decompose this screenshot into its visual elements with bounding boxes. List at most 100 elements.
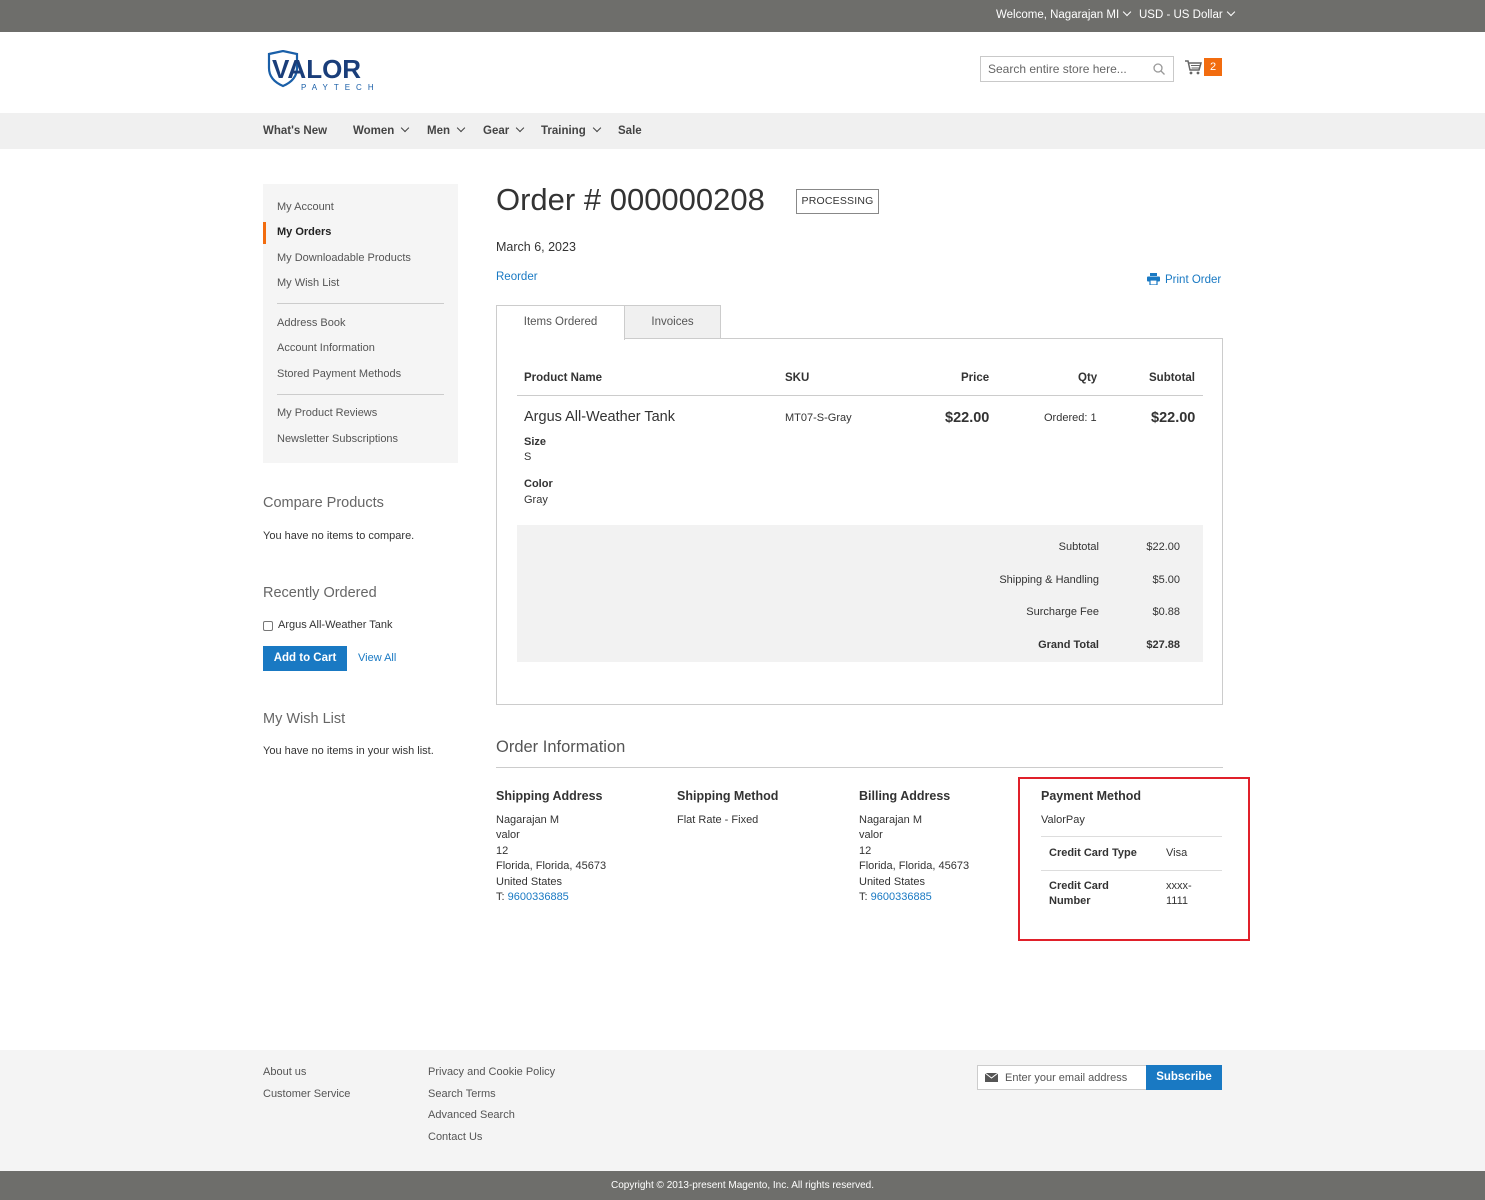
product-qty: Ordered: 1 bbox=[1044, 412, 1097, 424]
chevron-down-icon bbox=[1122, 7, 1132, 17]
billing-phone-link[interactable]: 9600336885 bbox=[871, 891, 932, 903]
compare-products-title: Compare Products bbox=[263, 495, 384, 511]
card-number-value: xxxx- bbox=[1166, 880, 1192, 892]
shipping-phone: T: 9600336885 bbox=[496, 891, 569, 903]
recently-ordered-item[interactable]: Argus All-Weather Tank bbox=[278, 619, 393, 631]
chevron-down-icon bbox=[401, 123, 410, 133]
newsletter-email-input[interactable] bbox=[1005, 1066, 1145, 1089]
search-input[interactable] bbox=[981, 57, 1141, 81]
card-type-value: Visa bbox=[1166, 847, 1188, 859]
payment-divider bbox=[1041, 870, 1222, 871]
main-navigation: What's New Women Men Gear Training Sale bbox=[0, 113, 1485, 149]
items-ordered-panel: Product Name SKU Price Qty Subtotal Argu… bbox=[496, 338, 1223, 705]
billing-address-line: valor bbox=[859, 829, 883, 841]
column-header-subtotal: Subtotal bbox=[1149, 372, 1195, 384]
billing-address-line: Nagarajan M bbox=[859, 814, 922, 826]
sidebar-item-product-reviews[interactable]: My Product Reviews bbox=[277, 407, 377, 419]
footer-link-advanced-search[interactable]: Advanced Search bbox=[428, 1109, 515, 1121]
view-all-link[interactable]: View All bbox=[358, 652, 396, 664]
product-subtotal: $22.00 bbox=[1151, 410, 1196, 426]
recently-ordered-checkbox[interactable] bbox=[263, 621, 273, 631]
table-header-divider bbox=[517, 395, 1203, 396]
nav-item-whats-new[interactable]: What's New bbox=[263, 125, 327, 137]
product-name: Argus All-Weather Tank bbox=[524, 409, 675, 425]
subscribe-button[interactable]: Subscribe bbox=[1146, 1065, 1222, 1090]
payment-divider bbox=[1041, 836, 1222, 837]
sidebar-item-address-book[interactable]: Address Book bbox=[277, 317, 345, 329]
billing-phone: T: 9600336885 bbox=[859, 891, 932, 903]
totals-label-shipping: Shipping & Handling bbox=[999, 574, 1099, 586]
welcome-text: Welcome, Nagarajan MI bbox=[996, 9, 1120, 21]
sidebar-item-stored-payment-methods[interactable]: Stored Payment Methods bbox=[277, 368, 401, 380]
sidebar-item-wish-list[interactable]: My Wish List bbox=[277, 277, 339, 289]
column-header-product-name: Product Name bbox=[524, 372, 602, 384]
logo-text: VALOR bbox=[272, 54, 361, 84]
shipping-method-title: Shipping Method bbox=[677, 789, 779, 803]
top-bar: Welcome, Nagarajan MI USD - US Dollar bbox=[0, 0, 1485, 32]
sidebar-divider bbox=[277, 303, 444, 304]
option-label-size: Size bbox=[524, 436, 547, 448]
nav-item-women[interactable]: Women bbox=[353, 123, 410, 137]
shipping-phone-link[interactable]: 9600336885 bbox=[508, 891, 569, 903]
billing-address-line: United States bbox=[859, 876, 926, 888]
wishlist-title: My Wish List bbox=[263, 711, 346, 727]
logo-subtext: PAYTECH bbox=[301, 83, 380, 92]
search-box bbox=[980, 56, 1174, 82]
tab-invoices[interactable]: Invoices bbox=[624, 305, 721, 339]
print-order-label: Print Order bbox=[1165, 274, 1222, 286]
shipping-address-line: 12 bbox=[496, 845, 509, 857]
add-to-cart-button[interactable]: Add to Cart bbox=[263, 646, 347, 671]
sidebar-item-newsletter-subscriptions[interactable]: Newsletter Subscriptions bbox=[277, 433, 398, 445]
sidebar-item-account-information[interactable]: Account Information bbox=[277, 342, 375, 354]
copyright: Copyright © 2013-present Magento, Inc. A… bbox=[0, 1171, 1485, 1200]
recently-ordered-title: Recently Ordered bbox=[263, 585, 377, 601]
sidebar-divider bbox=[277, 394, 444, 395]
printer-icon bbox=[1147, 273, 1160, 286]
welcome-menu[interactable]: Welcome, Nagarajan MI bbox=[996, 7, 1132, 21]
footer-link-customer-service[interactable]: Customer Service bbox=[263, 1088, 350, 1100]
column-header-sku: SKU bbox=[785, 372, 810, 384]
order-date: March 6, 2023 bbox=[496, 240, 576, 254]
currency-text: USD - US Dollar bbox=[1139, 9, 1223, 21]
cart-icon[interactable] bbox=[1184, 59, 1202, 75]
chevron-down-icon bbox=[456, 123, 466, 133]
sidebar-item-downloadable-products[interactable]: My Downloadable Products bbox=[277, 252, 411, 264]
active-indicator bbox=[263, 222, 266, 244]
option-value-size: S bbox=[524, 451, 532, 463]
chevron-down-icon bbox=[592, 123, 601, 133]
shipping-address-line: Florida, Florida, 45673 bbox=[496, 860, 607, 872]
account-sidebar: My Account My Orders My Downloadable Pro… bbox=[263, 184, 458, 463]
footer-link-about-us[interactable]: About us bbox=[263, 1066, 306, 1078]
footer: About us Customer Service Privacy and Co… bbox=[0, 1050, 1485, 1171]
currency-switcher[interactable]: USD - US Dollar bbox=[1139, 7, 1235, 21]
order-information-divider bbox=[496, 767, 1223, 768]
footer-link-privacy[interactable]: Privacy and Cookie Policy bbox=[428, 1066, 555, 1078]
shipping-address-line: Nagarajan M bbox=[496, 814, 559, 826]
search-icon[interactable] bbox=[1153, 63, 1165, 75]
billing-address-title: Billing Address bbox=[859, 789, 951, 803]
nav-item-training[interactable]: Training bbox=[541, 123, 601, 137]
logo[interactable]: VALOR PAYTECH bbox=[267, 49, 391, 95]
nav-item-men[interactable]: Men bbox=[427, 123, 466, 137]
newsletter-box bbox=[977, 1065, 1147, 1090]
payment-method-name: ValorPay bbox=[1041, 814, 1085, 826]
shipping-address-title: Shipping Address bbox=[496, 789, 603, 803]
totals-label-grand-total: Grand Total bbox=[1038, 639, 1099, 651]
cart-count-badge[interactable]: 2 bbox=[1204, 58, 1222, 76]
column-header-qty: Qty bbox=[1078, 372, 1098, 384]
sidebar-item-my-account[interactable]: My Account bbox=[277, 201, 334, 213]
reorder-link[interactable]: Reorder bbox=[496, 271, 538, 283]
order-information-title: Order Information bbox=[496, 738, 626, 756]
page-title: Order # 000000208 bbox=[496, 182, 765, 217]
card-type-label: Credit Card Type bbox=[1049, 847, 1137, 859]
totals-label-subtotal: Subtotal bbox=[1058, 541, 1099, 553]
tab-items-ordered[interactable]: Items Ordered bbox=[496, 305, 625, 340]
nav-item-sale[interactable]: Sale bbox=[618, 125, 642, 137]
billing-address-line: Florida, Florida, 45673 bbox=[859, 860, 970, 872]
footer-link-search-terms[interactable]: Search Terms bbox=[428, 1088, 496, 1100]
footer-link-contact-us[interactable]: Contact Us bbox=[428, 1131, 482, 1143]
print-order-link[interactable]: Print Order bbox=[1147, 271, 1221, 286]
sidebar-item-my-orders[interactable]: My Orders bbox=[277, 226, 331, 238]
nav-item-gear[interactable]: Gear bbox=[483, 123, 525, 137]
column-header-price: Price bbox=[961, 372, 990, 384]
